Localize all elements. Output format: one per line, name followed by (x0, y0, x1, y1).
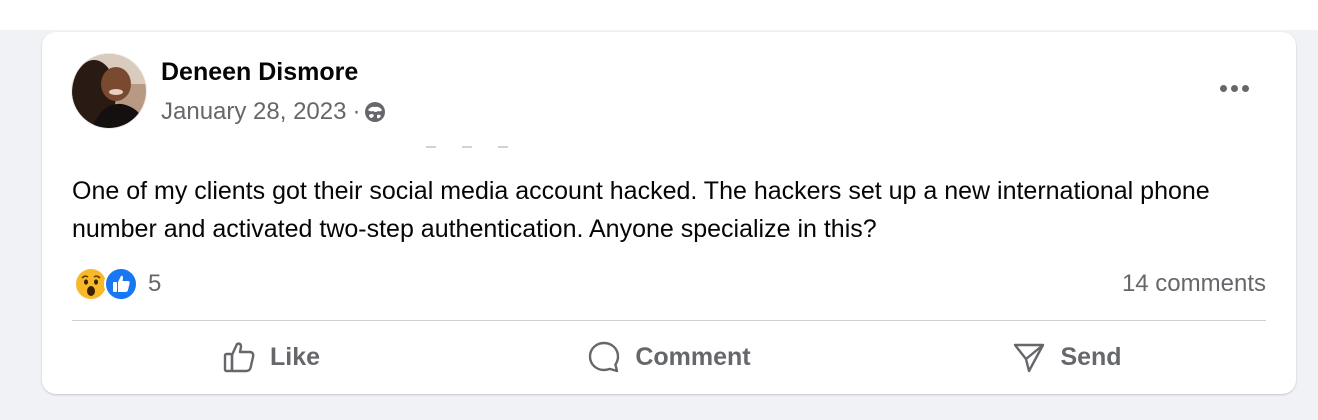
actions-divider (72, 320, 1266, 321)
author-name[interactable]: Deneen Dismore (161, 58, 358, 87)
comment-button[interactable]: Comment (470, 327, 868, 387)
more-dot (1219, 84, 1227, 92)
author-avatar[interactable] (72, 54, 146, 128)
reactions-summary[interactable]: 5 (74, 265, 161, 303)
reaction-count: 5 (148, 270, 162, 297)
dash (498, 146, 508, 148)
like-button[interactable]: Like (72, 327, 470, 387)
more-options-icon[interactable] (1212, 70, 1256, 106)
post-date[interactable]: January 28, 2023 (161, 98, 346, 126)
send-icon (1012, 340, 1046, 374)
more-dot (1230, 84, 1238, 92)
post-text: One of my clients got their social media… (72, 177, 1210, 243)
like-label: Like (269, 342, 321, 371)
more-dot (1241, 84, 1249, 92)
dash (462, 146, 472, 148)
wow-reaction-icon (74, 267, 108, 301)
send-button[interactable]: Send (868, 327, 1266, 387)
truncation-marks (426, 146, 508, 148)
meta-separator: · (352, 98, 361, 125)
send-label: Send (1060, 342, 1122, 371)
comment-icon (587, 340, 621, 374)
post-actions: Like Comment Send (72, 327, 1266, 387)
page-top-band (0, 0, 1318, 30)
dash (426, 146, 436, 148)
comment-label: Comment (635, 342, 751, 371)
post-card: Deneen Dismore January 28, 2023 · One of… (42, 32, 1296, 394)
globe-icon (364, 101, 386, 123)
comments-count[interactable]: 14 comments (1122, 270, 1266, 298)
like-reaction-icon (104, 267, 138, 301)
post-meta: January 28, 2023 · (161, 98, 386, 126)
like-icon (222, 340, 256, 374)
